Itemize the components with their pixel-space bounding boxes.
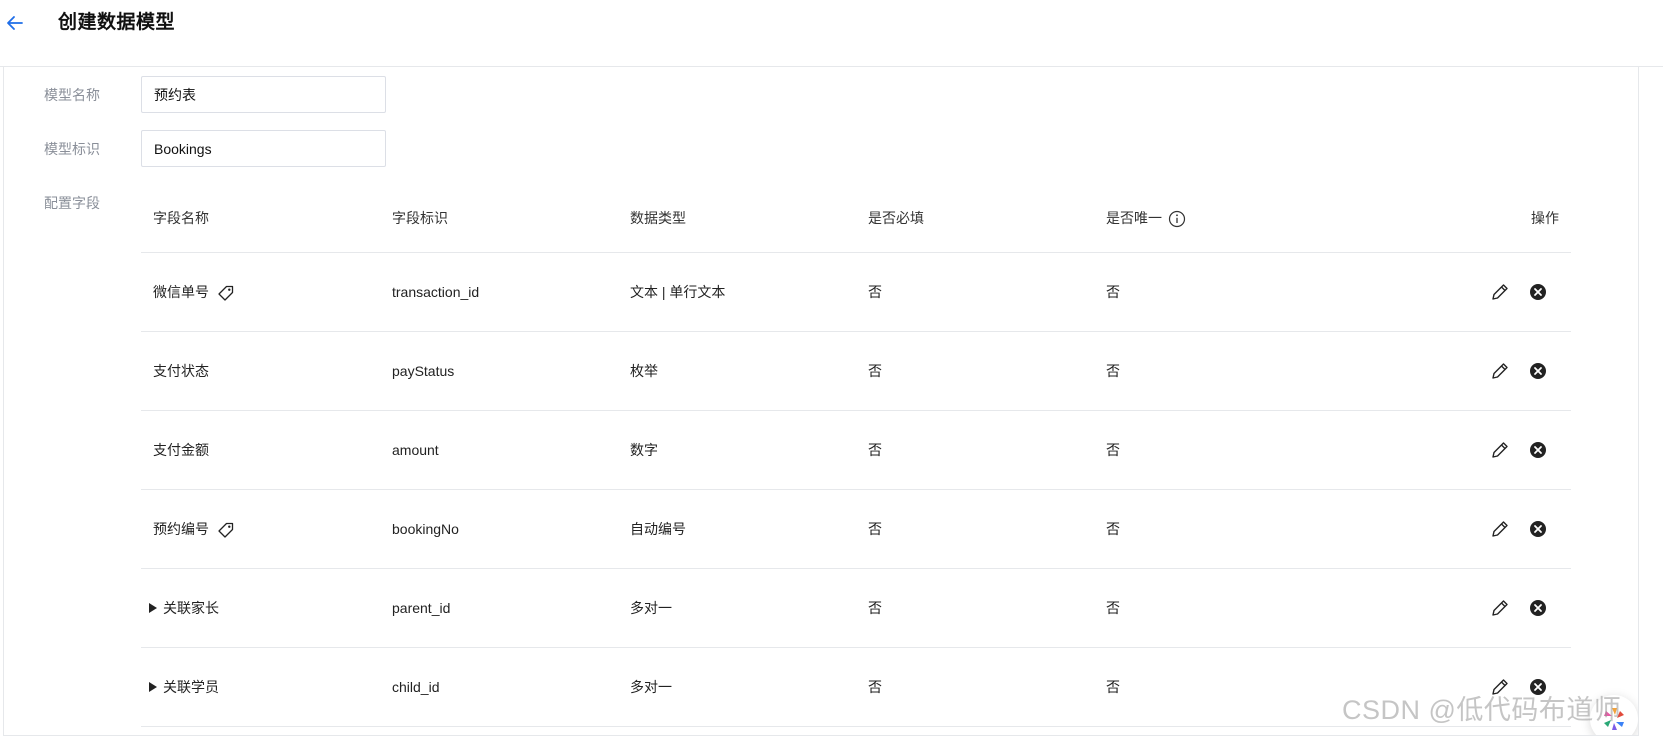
delete-field-button[interactable]	[1527, 360, 1549, 382]
column-header-id: 字段标识	[392, 210, 448, 226]
pencil-icon	[1492, 600, 1508, 616]
field-id: amount	[392, 442, 439, 458]
model-name-input[interactable]	[141, 76, 386, 113]
field-type: 多对一	[630, 679, 672, 695]
field-name: 关联学员	[163, 679, 219, 695]
column-header-ops: 操作	[1531, 210, 1559, 226]
tag-icon	[218, 286, 234, 301]
tag-icon	[218, 523, 234, 538]
model-id-input[interactable]	[141, 130, 386, 167]
field-name-cell: 支付状态	[153, 361, 209, 381]
pencil-icon	[1492, 521, 1508, 537]
edit-field-button[interactable]	[1489, 439, 1511, 461]
close-circle-icon	[1530, 363, 1546, 379]
field-id: bookingNo	[392, 521, 459, 537]
model-form: 模型名称 模型标识 配置字段 字段名称 字段标识 数据类型 是否必填 是否唯一 …	[3, 67, 1639, 736]
fields-table: 字段名称 字段标识 数据类型 是否必填 是否唯一 操作 微信单号 transact…	[141, 183, 1571, 727]
table-row: 支付金额 amount 数字 否 否	[141, 411, 1571, 490]
field-unique: 否	[1106, 363, 1120, 379]
field-name: 关联家长	[163, 600, 219, 616]
field-unique: 否	[1106, 284, 1120, 300]
model-id-label: 模型标识	[44, 141, 100, 157]
field-name-cell: 关联家长	[143, 598, 219, 618]
edit-field-button[interactable]	[1489, 597, 1511, 619]
expand-caret-icon[interactable]	[149, 603, 157, 614]
pencil-icon	[1492, 284, 1508, 300]
field-name-cell: 微信单号	[153, 282, 235, 302]
delete-field-button[interactable]	[1527, 281, 1549, 303]
column-header-required: 是否必填	[868, 210, 924, 226]
model-name-label: 模型名称	[44, 87, 100, 103]
field-unique: 否	[1106, 521, 1120, 537]
column-header-unique: 是否唯一	[1106, 208, 1186, 228]
delete-field-button[interactable]	[1527, 597, 1549, 619]
table-row: 预约编号 bookingNo 自动编号 否 否	[141, 490, 1571, 569]
pencil-icon	[1492, 363, 1508, 379]
field-id: payStatus	[392, 363, 455, 379]
pencil-icon	[1492, 442, 1508, 458]
field-type: 多对一	[630, 600, 672, 616]
table-header: 字段名称 字段标识 数据类型 是否必填 是否唯一 操作	[141, 183, 1571, 253]
field-name-cell: 预约编号	[153, 519, 235, 539]
column-header-type: 数据类型	[630, 210, 686, 226]
field-unique: 否	[1106, 679, 1120, 695]
field-unique: 否	[1106, 442, 1120, 458]
edit-field-button[interactable]	[1489, 518, 1511, 540]
expand-caret-icon[interactable]	[149, 682, 157, 693]
field-type: 文本 | 单行文本	[630, 284, 726, 300]
table-body: 微信单号 transaction_id 文本 | 单行文本否否支付状态 payStat…	[141, 253, 1571, 727]
table-row: 支付状态 payStatus 枚举 否 否	[141, 332, 1571, 411]
table-row: 关联家长 parent_id 多对一 否 否	[141, 569, 1571, 648]
field-id: transaction_id	[392, 284, 480, 300]
fields-config-label: 配置字段	[44, 195, 100, 211]
field-name: 支付金额	[153, 442, 209, 458]
field-unique: 否	[1106, 600, 1120, 616]
info-icon[interactable]	[1168, 210, 1186, 228]
back-button[interactable]	[4, 12, 26, 34]
delete-field-button[interactable]	[1527, 439, 1549, 461]
column-header-unique-label: 是否唯一	[1106, 210, 1162, 226]
field-name-cell: 关联学员	[143, 677, 219, 697]
delete-field-button[interactable]	[1527, 518, 1549, 540]
field-type: 自动编号	[630, 521, 686, 537]
field-required: 否	[868, 521, 882, 537]
column-header-name: 字段名称	[153, 210, 209, 226]
field-required: 否	[868, 679, 882, 695]
table-row: 微信单号 transaction_id 文本 | 单行文本 否 否	[141, 253, 1571, 332]
edit-field-button[interactable]	[1489, 281, 1511, 303]
field-name: 预约编号	[153, 521, 209, 537]
field-required: 否	[868, 600, 882, 616]
field-type: 枚举	[630, 363, 658, 379]
field-required: 否	[868, 363, 882, 379]
close-circle-icon	[1530, 284, 1546, 300]
field-id: child_id	[392, 679, 440, 695]
close-circle-icon	[1530, 521, 1546, 537]
edit-field-button[interactable]	[1489, 360, 1511, 382]
close-circle-icon	[1530, 600, 1546, 616]
field-name: 微信单号	[153, 284, 209, 300]
top-bar: 创建数据模型	[0, 0, 1663, 67]
arrow-left-icon	[7, 16, 23, 30]
field-name: 支付状态	[153, 363, 209, 379]
field-type: 数字	[630, 442, 658, 458]
field-id: parent_id	[392, 600, 451, 616]
field-required: 否	[868, 442, 882, 458]
page-title: 创建数据模型	[58, 12, 176, 33]
field-name-cell: 支付金额	[153, 440, 209, 460]
watermark: CSDN @低代码布道师	[1342, 695, 1622, 725]
close-circle-icon	[1530, 442, 1546, 458]
field-required: 否	[868, 284, 882, 300]
